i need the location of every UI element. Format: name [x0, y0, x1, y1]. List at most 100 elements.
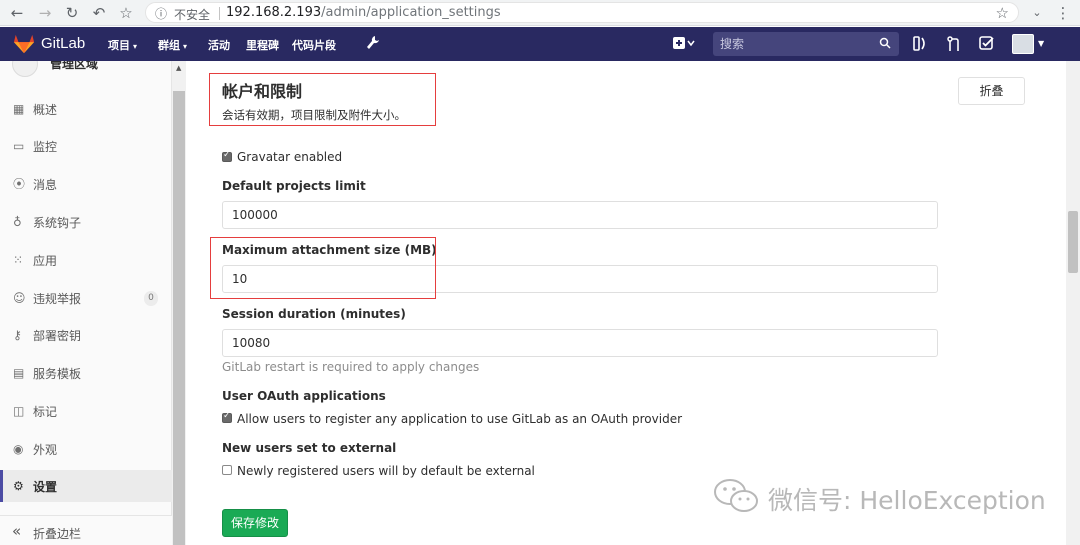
menu-dots-icon[interactable]: ⋮: [1052, 2, 1074, 24]
session-duration-help: GitLab restart is required to apply chan…: [222, 360, 480, 374]
chevron-down-icon: ▾: [183, 42, 188, 51]
info-icon[interactable]: ⓘ: [155, 5, 167, 22]
overview-icon: ▦: [13, 102, 25, 116]
sidebar-item-label: 部署密钥: [33, 329, 82, 343]
section-title: 帐户和限制: [222, 82, 303, 101]
chevron-down-icon[interactable]: ▼: [1038, 39, 1044, 48]
sidebar-item-label: 消息: [33, 178, 58, 192]
nav-projects[interactable]: 项目 ▾: [108, 37, 137, 53]
search-icon[interactable]: [879, 37, 891, 49]
nav-activity[interactable]: 活动: [208, 37, 230, 53]
url-host: 192.168.2.193: [226, 5, 322, 20]
sidebar-scrollbar-thumb[interactable]: [173, 91, 185, 545]
sidebar-item-monitoring[interactable]: ▭ 监控: [0, 130, 172, 162]
gravatar-checkbox-label[interactable]: Gravatar enabled: [237, 150, 342, 164]
search-bar[interactable]: [713, 32, 899, 56]
nav-milestones[interactable]: 里程碑: [246, 37, 279, 53]
sidebar-item-system-hooks[interactable]: ♁ 系统钩子: [0, 206, 172, 238]
gitlab-navbar: GitLab 项目▾ 群组▾ 活动 里程碑 代码片段 ▼: [0, 27, 1080, 61]
admin-area-icon: [12, 61, 38, 77]
sidebar-item-overview[interactable]: ▦ 概述: [0, 93, 172, 125]
abuse-icon: ☺: [13, 291, 26, 305]
chevron-down-icon: ▾: [133, 42, 138, 51]
appearance-icon: ◉: [13, 442, 24, 456]
search-input[interactable]: [713, 32, 873, 56]
address-bar[interactable]: ⓘ 不安全 192.168.2.193/admin/application_se…: [145, 2, 1019, 23]
back-icon[interactable]: ←: [6, 2, 28, 24]
extension-chevron-icon[interactable]: ⌄: [1026, 2, 1048, 24]
section-description: 会话有效期，项目限制及附件大小。: [222, 108, 406, 122]
bookmark-star-icon[interactable]: ☆: [115, 2, 137, 24]
sidebar-item-label: 应用: [33, 254, 58, 268]
monitor-icon: ▭: [13, 139, 25, 153]
applications-icon: ⁙: [13, 253, 24, 267]
sidebar-item-messages[interactable]: ⦿ 消息: [0, 168, 172, 200]
session-duration-label: Session duration (minutes): [222, 307, 406, 321]
gitlab-logo-icon[interactable]: [13, 33, 35, 55]
sidebar-item-settings[interactable]: ⚙ 设置: [0, 470, 172, 502]
bookmark-star-icon[interactable]: ☆: [996, 4, 1009, 22]
user-avatar[interactable]: [1012, 34, 1034, 54]
nav-snippets[interactable]: 代码片段: [292, 37, 336, 53]
page-scrollbar[interactable]: [1066, 61, 1080, 545]
sidebar-item-label: 概述: [33, 103, 58, 117]
oauth-checkbox[interactable]: [222, 411, 232, 423]
scroll-up-arrow-icon[interactable]: ▲: [176, 64, 181, 72]
brand-name[interactable]: GitLab: [41, 35, 85, 52]
sidebar-item-applications[interactable]: ⁙ 应用: [0, 244, 172, 276]
sidebar-item-label: 设置: [33, 480, 58, 494]
sidebar-item-appearance[interactable]: ◉ 外观: [0, 433, 172, 465]
template-icon: ▤: [13, 366, 25, 380]
collapse-sidebar-button[interactable]: « 折叠边栏: [0, 515, 172, 545]
attachment-size-input[interactable]: [222, 265, 938, 293]
projects-limit-input[interactable]: [222, 201, 938, 229]
sidebar-item-labels[interactable]: ◫ 标记: [0, 395, 172, 427]
sidebar-item-label: 服务模板: [33, 367, 82, 381]
todos-check-icon[interactable]: [979, 36, 994, 51]
issues-icon[interactable]: [913, 36, 927, 51]
save-changes-button[interactable]: 保存修改: [222, 509, 288, 537]
insecure-label: 不安全: [174, 8, 211, 22]
sidebar-item-deploy-keys[interactable]: ⚷ 部署密钥: [0, 319, 172, 351]
merge-requests-icon[interactable]: [947, 36, 961, 52]
external-users-checkbox[interactable]: [222, 465, 232, 475]
key-icon: ⚷: [13, 328, 22, 342]
projects-limit-label: Default projects limit: [222, 179, 366, 193]
undo-icon[interactable]: ↶: [88, 2, 110, 24]
browser-toolbar: ← → ↻ ↶ ☆ ⓘ 不安全 192.168.2.193/admin/appl…: [0, 0, 1080, 26]
sidebar-item-label: 违规举报: [33, 292, 82, 306]
nav-projects-label: 项目: [108, 39, 130, 52]
external-users-checkbox-label[interactable]: Newly registered users will by default b…: [237, 464, 535, 478]
count-badge: 0: [144, 291, 158, 306]
settings-icon: ⚙: [13, 479, 24, 493]
collapse-section-button[interactable]: 折叠: [958, 77, 1025, 105]
session-duration-input[interactable]: [222, 329, 938, 357]
page-scrollbar-thumb[interactable]: [1068, 211, 1078, 273]
collapse-sidebar-label: 折叠边栏: [33, 527, 82, 541]
admin-sidebar: 管理区域 ▦ 概述 ▭ 监控 ⦿ 消息 ♁ 系统钩子 ⁙ 应用 ☺ 违规举报 0…: [0, 61, 172, 545]
reload-icon[interactable]: ↻: [61, 2, 83, 24]
labels-icon: ◫: [13, 404, 25, 418]
url-text: 192.168.2.193/admin/application_settings: [226, 5, 501, 20]
attachment-size-label: Maximum attachment size (MB): [222, 243, 437, 257]
sidebar-item-label: 系统钩子: [33, 216, 82, 230]
forward-icon[interactable]: →: [34, 2, 56, 24]
admin-wrench-icon[interactable]: [366, 35, 380, 51]
gravatar-checkbox[interactable]: [222, 150, 232, 162]
sidebar-item-label: 标记: [33, 405, 58, 419]
sidebar-header[interactable]: 管理区域: [0, 61, 172, 83]
new-item-plus-icon[interactable]: [672, 36, 696, 50]
sidebar-header-title: 管理区域: [50, 61, 99, 71]
watermark-text: 微信号: HelloException: [768, 486, 1046, 515]
sidebar-item-label: 监控: [33, 140, 58, 154]
external-users-label: New users set to external: [222, 441, 397, 455]
nav-groups[interactable]: 群组 ▾: [158, 37, 187, 53]
hook-icon: ♁: [13, 215, 22, 229]
sidebar-scrollbar[interactable]: ▲: [172, 61, 186, 545]
sidebar-item-abuse-reports[interactable]: ☺ 违规举报 0: [0, 282, 172, 314]
sidebar-item-service-templates[interactable]: ▤ 服务模板: [0, 357, 172, 389]
url-path: /admin/application_settings: [321, 5, 501, 20]
sidebar-item-label: 外观: [33, 443, 58, 457]
oauth-checkbox-label[interactable]: Allow users to register any application …: [237, 412, 682, 426]
messages-icon: ⦿: [13, 177, 26, 191]
